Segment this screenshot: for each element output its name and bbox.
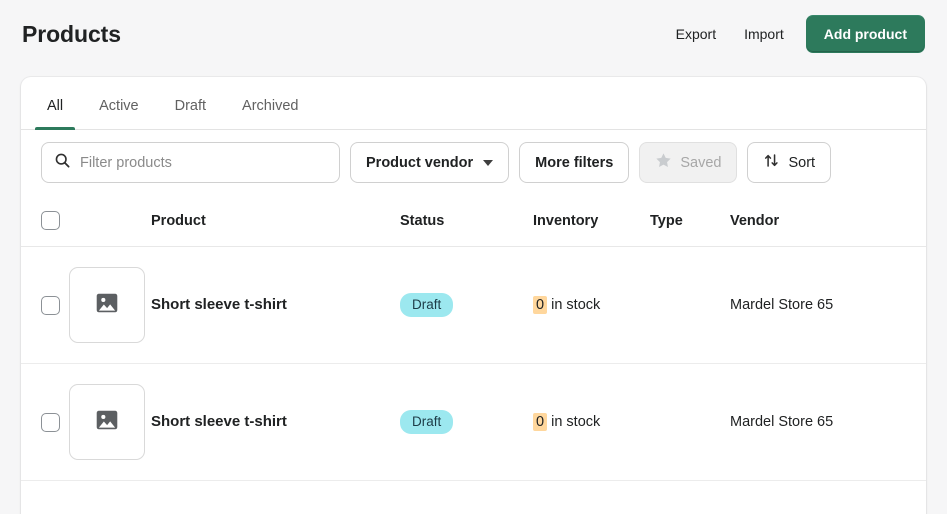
product-thumbnail (69, 267, 145, 343)
product-name-link[interactable]: Short sleeve t-shirt (151, 413, 287, 430)
page-title: Products (22, 20, 121, 47)
row-product-cell: Short sleeve t-shirt (151, 413, 400, 431)
filter-bar: Product vendor More filters Saved Sort (21, 130, 926, 195)
export-button[interactable]: Export (662, 18, 730, 50)
table-header-row: Product Status Inventory Type Vendor (21, 195, 926, 247)
products-card: All Active Draft Archived Product vendor… (21, 77, 926, 514)
filter-products-input[interactable] (80, 143, 327, 182)
tab-archived[interactable]: Archived (226, 83, 314, 129)
table-row[interactable]: Short sleeve t-shirt Draft 0 in stock Ma… (21, 364, 926, 481)
star-icon (655, 152, 672, 173)
row-inventory-cell: 0 in stock (533, 296, 650, 314)
chevron-down-icon (483, 159, 494, 166)
row-product-cell: Short sleeve t-shirt (151, 296, 400, 314)
product-vendor-filter-button[interactable]: Product vendor (350, 142, 510, 183)
tab-draft[interactable]: Draft (159, 83, 222, 129)
row-vendor-cell: Mardel Store 65 (730, 414, 834, 430)
row-thumbnail-cell (69, 267, 151, 343)
sort-label: Sort (788, 154, 816, 171)
import-button[interactable]: Import (730, 18, 798, 50)
column-header-product: Product (151, 212, 206, 229)
row-checkbox[interactable] (41, 295, 60, 315)
column-header-type: Type (650, 212, 683, 229)
saved-filters-button[interactable]: Saved (639, 142, 738, 183)
row-thumbnail-cell (69, 384, 151, 460)
more-filters-label: More filters (535, 154, 614, 171)
saved-label: Saved (680, 154, 722, 171)
inventory-suffix: in stock (551, 297, 601, 313)
product-name-link[interactable]: Short sleeve t-shirt (151, 296, 287, 313)
column-header-status: Status (400, 212, 445, 229)
status-badge: Draft (400, 292, 454, 318)
product-vendor-label: Product vendor (366, 154, 474, 171)
row-inventory-cell: 0 in stock (533, 413, 650, 431)
product-status-tabs: All Active Draft Archived (21, 77, 926, 130)
inventory-count: 0 (533, 413, 548, 431)
tab-all[interactable]: All (31, 83, 79, 130)
row-vendor-cell: Mardel Store 65 (730, 297, 834, 313)
inventory-count: 0 (533, 296, 548, 314)
header-actions: Export Import Add product (662, 15, 925, 53)
row-select-cell (41, 295, 69, 315)
search-icon (54, 152, 71, 174)
row-status-cell: Draft (400, 409, 533, 435)
sort-arrows-icon (763, 152, 780, 173)
inventory-suffix: in stock (551, 414, 601, 430)
status-badge: Draft (400, 409, 454, 435)
select-all-checkbox[interactable] (41, 211, 60, 230)
product-thumbnail (69, 384, 145, 460)
column-header-vendor: Vendor (730, 212, 780, 229)
sort-button[interactable]: Sort (747, 142, 832, 183)
image-placeholder-icon (94, 407, 120, 438)
add-product-button[interactable]: Add product (805, 15, 925, 53)
row-status-cell: Draft (400, 292, 533, 318)
table-row[interactable]: Short sleeve t-shirt Draft 0 in stock Ma… (21, 247, 926, 364)
tab-active[interactable]: Active (83, 83, 155, 129)
select-all-cell (41, 211, 69, 230)
more-filters-button[interactable]: More filters (519, 142, 630, 183)
row-select-cell (41, 412, 69, 432)
column-header-inventory: Inventory (533, 212, 599, 229)
search-box[interactable] (41, 142, 340, 183)
image-placeholder-icon (94, 290, 120, 321)
page-header: Products Export Import Add product (0, 0, 947, 68)
row-checkbox[interactable] (41, 412, 60, 432)
